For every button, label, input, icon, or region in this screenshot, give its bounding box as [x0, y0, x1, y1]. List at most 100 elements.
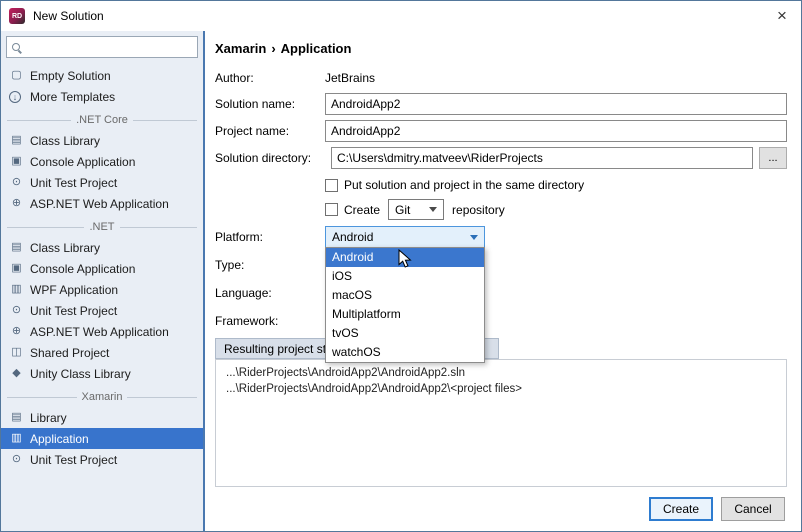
sidebar-item-console-application-net[interactable]: ▣ Console Application	[1, 258, 203, 279]
breadcrumb-page: Application	[281, 41, 352, 56]
section-label: .NET	[89, 221, 114, 233]
search-box[interactable]	[6, 36, 198, 58]
author-value: JetBrains	[325, 71, 375, 85]
window-title: New Solution	[33, 9, 104, 23]
sidebar-item-console-application-netcore[interactable]: ▣ Console Application	[1, 151, 203, 172]
dropdown-option-tvos[interactable]: tvOS	[326, 324, 484, 343]
mouse-cursor-icon	[398, 249, 412, 268]
same-directory-checkbox[interactable]	[325, 179, 338, 192]
tab-label: Resulting project st	[224, 342, 326, 356]
sidebar-item-shared-project[interactable]: ◫ Shared Project	[1, 342, 203, 363]
platform-dropdown-popup: Android iOS macOS Multiplatform tvOS wat…	[325, 247, 485, 363]
template-sidebar: ▢ Empty Solution ↓ More Templates .NET C…	[1, 31, 205, 531]
rider-logo-icon: RD	[9, 8, 25, 24]
close-icon[interactable]: ×	[771, 5, 793, 27]
platform-combobox-value: Android	[332, 230, 373, 244]
preview-line: ...\RiderProjects\AndroidApp2\AndroidApp…	[226, 381, 776, 397]
project-name-input[interactable]	[325, 120, 787, 142]
solution-directory-row: Solution directory: ...	[215, 147, 787, 169]
language-label: Language:	[215, 286, 325, 300]
sidebar-item-library-xamarin[interactable]: ▤ Library	[1, 407, 203, 428]
main-panel: Xamarin › Application Author: JetBrains …	[205, 31, 801, 531]
web-application-icon: ⊕	[9, 326, 24, 337]
create-button[interactable]: Create	[649, 497, 713, 521]
breadcrumb-section[interactable]: Xamarin	[215, 41, 266, 56]
more-templates-icon: ↓	[9, 91, 21, 103]
sidebar-item-wpf-application[interactable]: ▥ WPF Application	[1, 279, 203, 300]
rider-logo-text: RD	[12, 13, 22, 20]
type-row: Type:	[215, 254, 787, 276]
wpf-application-icon: ▥	[9, 284, 24, 295]
dialog-footer: Create Cancel	[649, 497, 785, 521]
shared-project-icon: ◫	[9, 347, 24, 358]
sidebar-item-aspnet-web-application-netcore[interactable]: ⊕ ASP.NET Web Application	[1, 193, 203, 214]
platform-row: Platform: Android Android iOS macOS Mult…	[215, 226, 787, 248]
titlebar[interactable]: RD New Solution ×	[1, 1, 801, 31]
chevron-down-icon	[429, 207, 437, 212]
preview-line: ...\RiderProjects\AndroidApp2\AndroidApp…	[226, 365, 776, 381]
solution-directory-input[interactable]	[331, 147, 753, 169]
unit-test-icon: ⊙	[9, 305, 24, 316]
web-application-icon: ⊕	[9, 198, 24, 209]
repository-type-combobox[interactable]: Git	[388, 199, 444, 220]
sidebar-item-empty-solution[interactable]: ▢ Empty Solution	[1, 65, 203, 86]
sidebar-item-class-library-netcore[interactable]: ▤ Class Library	[1, 130, 203, 151]
unity-class-library-icon: ◆	[9, 368, 24, 379]
browse-button[interactable]: ...	[759, 147, 787, 169]
breadcrumb-separator-icon: ›	[271, 41, 275, 56]
search-icon	[12, 43, 20, 51]
framework-row: Framework:	[215, 310, 787, 332]
search-input[interactable]	[25, 40, 192, 54]
cancel-button[interactable]: Cancel	[721, 497, 785, 521]
type-label: Type:	[215, 258, 325, 272]
sidebar-item-class-library-net[interactable]: ▤ Class Library	[1, 237, 203, 258]
author-label: Author:	[215, 71, 325, 85]
sidebar-item-aspnet-web-application-net[interactable]: ⊕ ASP.NET Web Application	[1, 321, 203, 342]
sidebar-section-net: .NET	[1, 217, 203, 237]
dropdown-option-ios[interactable]: iOS	[326, 267, 484, 286]
unit-test-icon: ⊙	[9, 454, 24, 465]
unit-test-icon: ⊙	[9, 177, 24, 188]
create-repository-checkbox[interactable]	[325, 203, 338, 216]
console-application-icon: ▣	[9, 156, 24, 167]
class-library-icon: ▤	[9, 242, 24, 253]
sidebar-item-unit-test-project-xamarin[interactable]: ⊙ Unit Test Project	[1, 449, 203, 470]
sidebar-section-xamarin: Xamarin	[1, 387, 203, 407]
sidebar-item-unit-test-project-netcore[interactable]: ⊙ Unit Test Project	[1, 172, 203, 193]
breadcrumb: Xamarin › Application	[215, 41, 787, 56]
sidebar-section-netcore: .NET Core	[1, 110, 203, 130]
class-library-icon: ▤	[9, 135, 24, 146]
platform-combobox[interactable]: Android Android iOS macOS Multiplatform …	[325, 226, 485, 248]
framework-label: Framework:	[215, 314, 325, 328]
solution-name-label: Solution name:	[215, 97, 325, 111]
resulting-structure-preview: ...\RiderProjects\AndroidApp2\AndroidApp…	[215, 359, 787, 487]
create-repo-prefix-label: Create	[344, 203, 380, 217]
solution-name-input[interactable]	[325, 93, 787, 115]
language-row: Language:	[215, 282, 787, 304]
new-solution-dialog: RD New Solution × ▢ Empty Solution ↓ Mor…	[0, 0, 802, 532]
library-icon: ▤	[9, 412, 24, 423]
preview-tabstrip: Resulting project st	[215, 338, 787, 359]
dropdown-option-macos[interactable]: macOS	[326, 286, 484, 305]
sidebar-item-application-xamarin[interactable]: ▥ Application	[1, 428, 203, 449]
chevron-down-icon	[470, 235, 478, 240]
repository-type-value: Git	[395, 203, 410, 217]
project-name-label: Project name:	[215, 124, 325, 138]
same-directory-row: Put solution and project in the same dir…	[325, 176, 787, 194]
solution-directory-label: Solution directory:	[215, 151, 325, 165]
console-application-icon: ▣	[9, 263, 24, 274]
same-directory-label: Put solution and project in the same dir…	[344, 178, 584, 192]
section-label: Xamarin	[82, 391, 123, 403]
create-repo-suffix-label: repository	[452, 203, 505, 217]
platform-label: Platform:	[215, 230, 325, 244]
sidebar-item-unity-class-library[interactable]: ◆ Unity Class Library	[1, 363, 203, 384]
sidebar-item-unit-test-project-net[interactable]: ⊙ Unit Test Project	[1, 300, 203, 321]
sidebar-item-more-templates[interactable]: ↓ More Templates	[1, 86, 203, 107]
dropdown-option-watchos[interactable]: watchOS	[326, 343, 484, 362]
application-icon: ▥	[9, 433, 24, 444]
dropdown-option-multiplatform[interactable]: Multiplatform	[326, 305, 484, 324]
create-repository-row: Create Git repository	[325, 199, 787, 220]
project-name-row: Project name:	[215, 120, 787, 142]
author-row: Author: JetBrains	[215, 68, 787, 88]
solution-name-row: Solution name:	[215, 93, 787, 115]
